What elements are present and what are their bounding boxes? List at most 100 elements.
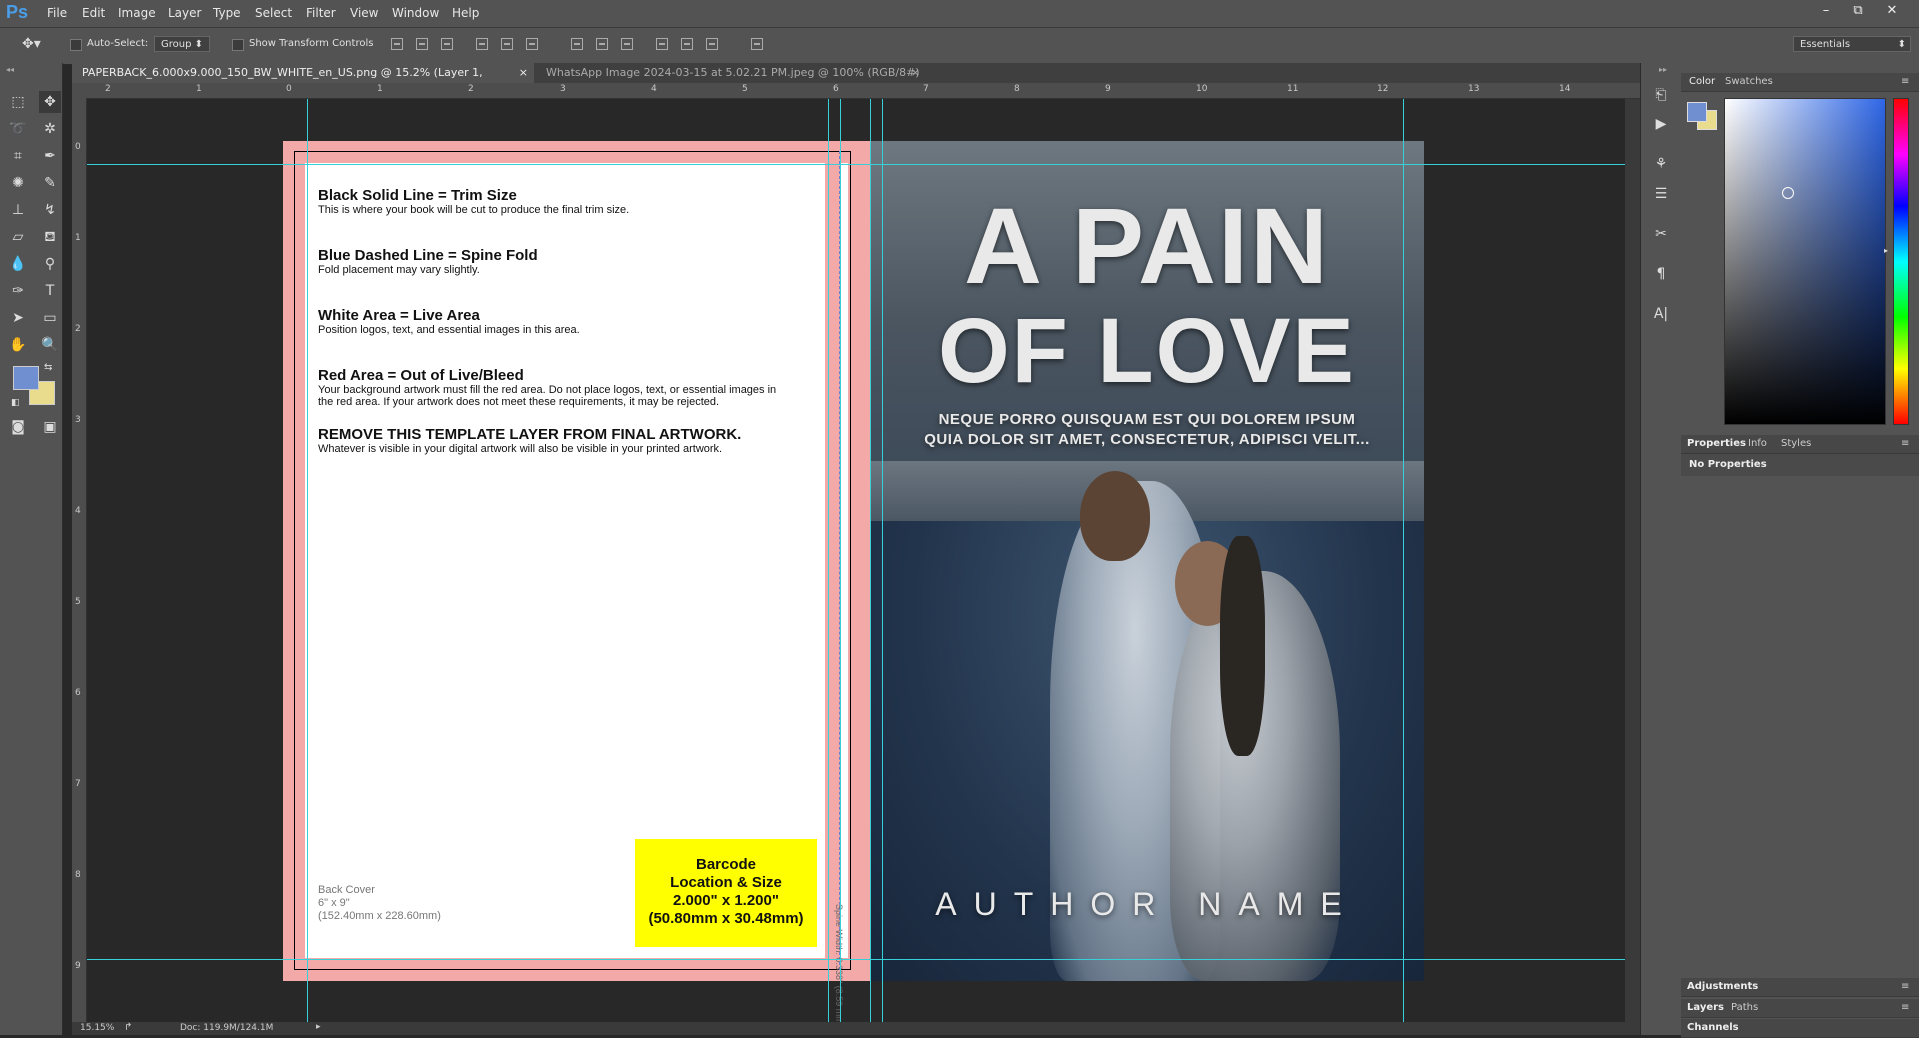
guide-vertical[interactable] [1403, 99, 1404, 1022]
menu-view[interactable]: View [350, 6, 378, 20]
auto-align-icon[interactable] [751, 38, 763, 50]
distribute-left-icon[interactable] [656, 38, 668, 50]
brush-tool-icon[interactable]: ✎ [39, 172, 61, 194]
document-canvas[interactable]: Black Solid Line = Trim Size This is whe… [87, 99, 1640, 1022]
paint-bucket-tool-icon[interactable]: ⛾ [39, 226, 61, 248]
guide-vertical[interactable] [870, 99, 871, 1022]
menu-filter[interactable]: Filter [306, 6, 336, 20]
paragraph-panel-icon[interactable]: ¶ [1651, 266, 1671, 286]
auto-select-dropdown[interactable]: Group ⬍ [154, 36, 210, 52]
default-colors-icon[interactable]: ◧ [11, 398, 20, 408]
blur-tool-icon[interactable]: 💧 [7, 253, 29, 275]
close-tab-icon[interactable]: × [911, 63, 920, 83]
distribute-vcenter-icon[interactable] [596, 38, 608, 50]
crop-tool-icon[interactable]: ⌗ [7, 145, 29, 167]
hand-tool-icon[interactable]: ✋ [7, 334, 29, 356]
tab-swatches[interactable]: Swatches [1725, 76, 1773, 87]
ruler-origin[interactable] [72, 83, 86, 98]
menu-type[interactable]: Type [213, 6, 241, 20]
path-selection-tool-icon[interactable]: ➤ [7, 307, 29, 329]
guide-vertical[interactable] [840, 99, 841, 1022]
tab-adjustments[interactable]: Adjustments [1687, 981, 1758, 992]
distribute-hcenter-icon[interactable] [681, 38, 693, 50]
history-panel-icon[interactable]: ⎗ [1651, 87, 1671, 107]
guide-vertical[interactable] [882, 99, 883, 1022]
guide-vertical[interactable] [828, 99, 829, 1022]
screen-mode-icon[interactable]: ▣ [39, 416, 61, 438]
collapse-tools-icon[interactable]: ◂◂ [6, 65, 14, 74]
type-tool-icon[interactable]: T [39, 280, 61, 302]
canvas-scrollbar[interactable] [1625, 99, 1640, 1022]
pen-tool-icon[interactable]: ✑ [7, 280, 29, 302]
menu-image[interactable]: Image [118, 6, 156, 20]
guide-horizontal[interactable] [87, 959, 1640, 960]
align-vcenter-icon[interactable] [416, 38, 428, 50]
zoom-level[interactable]: 15.15% [80, 1023, 114, 1033]
menu-window[interactable]: Window [392, 6, 439, 20]
show-transform-checkbox[interactable] [232, 39, 244, 51]
panel-menu-icon[interactable]: ≡ [1901, 438, 1909, 449]
distribute-bottom-icon[interactable] [621, 38, 633, 50]
dodge-tool-icon[interactable]: ⚲ [39, 253, 61, 275]
zoom-tool-icon[interactable]: 🔍 [39, 334, 61, 356]
eraser-tool-icon[interactable]: ▱ [7, 226, 29, 248]
guide-vertical[interactable] [307, 99, 308, 1022]
healing-brush-tool-icon[interactable]: ✺ [7, 172, 29, 194]
rectangle-tool-icon[interactable]: ▭ [39, 307, 61, 329]
horizontal-ruler[interactable]: 2 1 0 1 2 3 4 5 6 7 8 9 10 11 12 13 14 [86, 83, 1640, 99]
menu-edit[interactable]: Edit [82, 6, 105, 20]
align-right-icon[interactable] [526, 38, 538, 50]
distribute-top-icon[interactable] [571, 38, 583, 50]
tab-paperback[interactable]: PAPERBACK_6.000x9.000_150_BW_WHITE_en_US… [72, 63, 534, 99]
eyedropper-tool-icon[interactable]: ✒ [39, 145, 61, 167]
align-hcenter-icon[interactable] [501, 38, 513, 50]
align-top-icon[interactable] [391, 38, 403, 50]
menu-file[interactable]: File [47, 6, 67, 20]
menu-select[interactable]: Select [255, 6, 292, 20]
collapse-dock-icon[interactable]: ▸▸ [1659, 65, 1667, 74]
hue-slider-handle[interactable]: ▸ [1884, 246, 1888, 255]
tool-presets-icon[interactable]: ✂ [1651, 226, 1671, 246]
auto-select-checkbox[interactable] [70, 39, 82, 51]
tab-whatsapp-image[interactable]: WhatsApp Image 2024-03-15 at 5.02.21 PM.… [536, 63, 926, 99]
marquee-tool-icon[interactable]: ⬚ [7, 91, 29, 113]
character-panel-icon[interactable]: A| [1651, 306, 1671, 326]
quick-mask-icon[interactable]: ◙ [7, 416, 29, 438]
distribute-right-icon[interactable] [706, 38, 718, 50]
close-tab-icon[interactable]: × [519, 63, 528, 83]
panel-menu-icon[interactable]: ≡ [1901, 1002, 1909, 1013]
panel-menu-icon[interactable]: ≡ [1901, 76, 1909, 87]
tab-properties[interactable]: Properties [1687, 438, 1746, 449]
adjustments-sliders-icon[interactable]: ☰ [1651, 186, 1671, 206]
clone-stamp-tool-icon[interactable]: ⊥ [7, 199, 29, 221]
tab-paths[interactable]: Paths [1731, 1002, 1758, 1013]
vertical-ruler[interactable]: 0 1 2 3 4 5 6 7 8 9 [72, 98, 87, 1022]
tab-info[interactable]: Info [1748, 438, 1767, 449]
color-field[interactable] [1724, 98, 1886, 425]
move-tool-icon[interactable]: ✥ [39, 91, 61, 113]
workspace-dropdown[interactable]: Essentials ⬍ [1793, 36, 1911, 52]
align-left-icon[interactable] [476, 38, 488, 50]
actions-panel-icon[interactable]: ▶ [1651, 116, 1671, 136]
hue-slider[interactable] [1893, 98, 1909, 425]
swap-colors-icon[interactable]: ⇆ [44, 362, 52, 373]
brush-presets-icon[interactable]: ⚘ [1651, 156, 1671, 176]
color-picker-cursor[interactable] [1782, 187, 1794, 199]
tab-styles[interactable]: Styles [1781, 438, 1811, 449]
tab-color[interactable]: Color [1685, 76, 1719, 87]
history-brush-tool-icon[interactable]: ↯ [39, 199, 61, 221]
panel-menu-icon[interactable]: ≡ [1901, 981, 1909, 992]
lasso-tool-icon[interactable]: ➰ [7, 118, 29, 140]
tab-channels[interactable]: Channels [1687, 1022, 1739, 1033]
move-tool-preset-icon[interactable]: ✥▾ [22, 36, 41, 52]
menu-help[interactable]: Help [452, 6, 479, 20]
export-icon[interactable]: ↱ [124, 1022, 132, 1033]
align-bottom-icon[interactable] [441, 38, 453, 50]
menu-layer[interactable]: Layer [168, 6, 201, 20]
color-panel-foreground[interactable] [1687, 102, 1707, 122]
guide-horizontal[interactable] [87, 164, 1640, 165]
status-menu-icon[interactable]: ▸ [316, 1022, 321, 1032]
magic-wand-tool-icon[interactable]: ✲ [39, 118, 61, 140]
foreground-color-swatch[interactable] [13, 366, 39, 390]
close-window-button[interactable]: ✕ [1880, 2, 1904, 22]
